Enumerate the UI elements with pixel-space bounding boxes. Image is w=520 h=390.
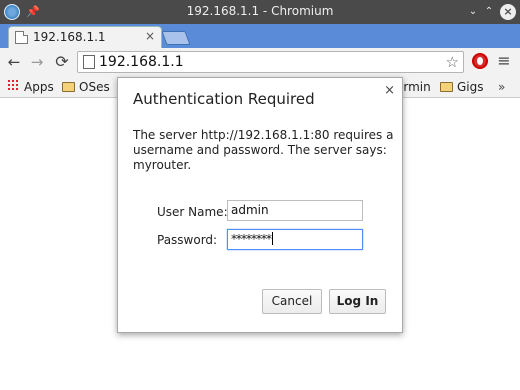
- password-mask: ********: [231, 232, 272, 246]
- folder-icon: [440, 82, 453, 92]
- bookmark-label: OSes: [79, 80, 110, 94]
- more-bookmarks-chevron-icon[interactable]: »: [498, 79, 505, 95]
- tab-192-168-1-1[interactable]: 192.168.1.1 ×: [8, 26, 162, 48]
- dialog-close-icon[interactable]: ×: [384, 83, 395, 98]
- window-titlebar: 📌 192.168.1.1 - Chromium ⌄ ⌃ ×: [0, 0, 520, 24]
- tab-strip: 192.168.1.1 ×: [0, 24, 520, 48]
- dialog-message: The server http://192.168.1.1:80 require…: [133, 128, 394, 172]
- bookmark-folder-gigs[interactable]: Gigs: [440, 79, 484, 95]
- cancel-button[interactable]: Cancel: [262, 289, 322, 314]
- reload-button[interactable]: ⟳: [52, 52, 72, 72]
- new-tab-button[interactable]: [161, 31, 191, 45]
- maximize-button[interactable]: ⌃: [480, 3, 498, 21]
- username-input[interactable]: admin: [227, 200, 363, 221]
- bookmark-label: Gigs: [457, 80, 484, 94]
- authentication-dialog: Authentication Required × The server htt…: [117, 77, 403, 333]
- apps-grid-icon[interactable]: [7, 79, 19, 91]
- folder-icon: [62, 82, 75, 92]
- url-text[interactable]: 192.168.1.1: [99, 54, 184, 70]
- dialog-title: Authentication Required: [133, 90, 315, 108]
- close-window-button[interactable]: ×: [500, 4, 516, 20]
- bookmark-folder-oses[interactable]: OSes: [62, 79, 110, 95]
- text-caret: [272, 232, 273, 245]
- forward-button[interactable]: →: [27, 52, 47, 72]
- password-input[interactable]: ********: [227, 229, 363, 250]
- page-favicon-icon: [15, 31, 28, 44]
- log-in-button[interactable]: Log In: [329, 289, 386, 314]
- bookmark-apps[interactable]: Apps: [24, 79, 54, 95]
- back-button[interactable]: ←: [4, 52, 24, 72]
- page-info-icon[interactable]: [83, 55, 95, 69]
- browser-toolbar: ← → ⟳ 192.168.1.1 ☆: [0, 48, 520, 76]
- chrome-menu-button[interactable]: ≡: [496, 52, 512, 70]
- username-label: User Name:: [157, 205, 228, 219]
- address-bar[interactable]: 192.168.1.1 ☆: [77, 51, 464, 73]
- password-label: Password:: [157, 233, 218, 247]
- tab-title: 192.168.1.1: [33, 30, 106, 44]
- tab-close-icon[interactable]: ×: [145, 29, 155, 43]
- window-title: 192.168.1.1 - Chromium: [186, 4, 334, 18]
- bookmark-star-icon[interactable]: ☆: [446, 53, 459, 71]
- extension-icon[interactable]: [472, 53, 488, 69]
